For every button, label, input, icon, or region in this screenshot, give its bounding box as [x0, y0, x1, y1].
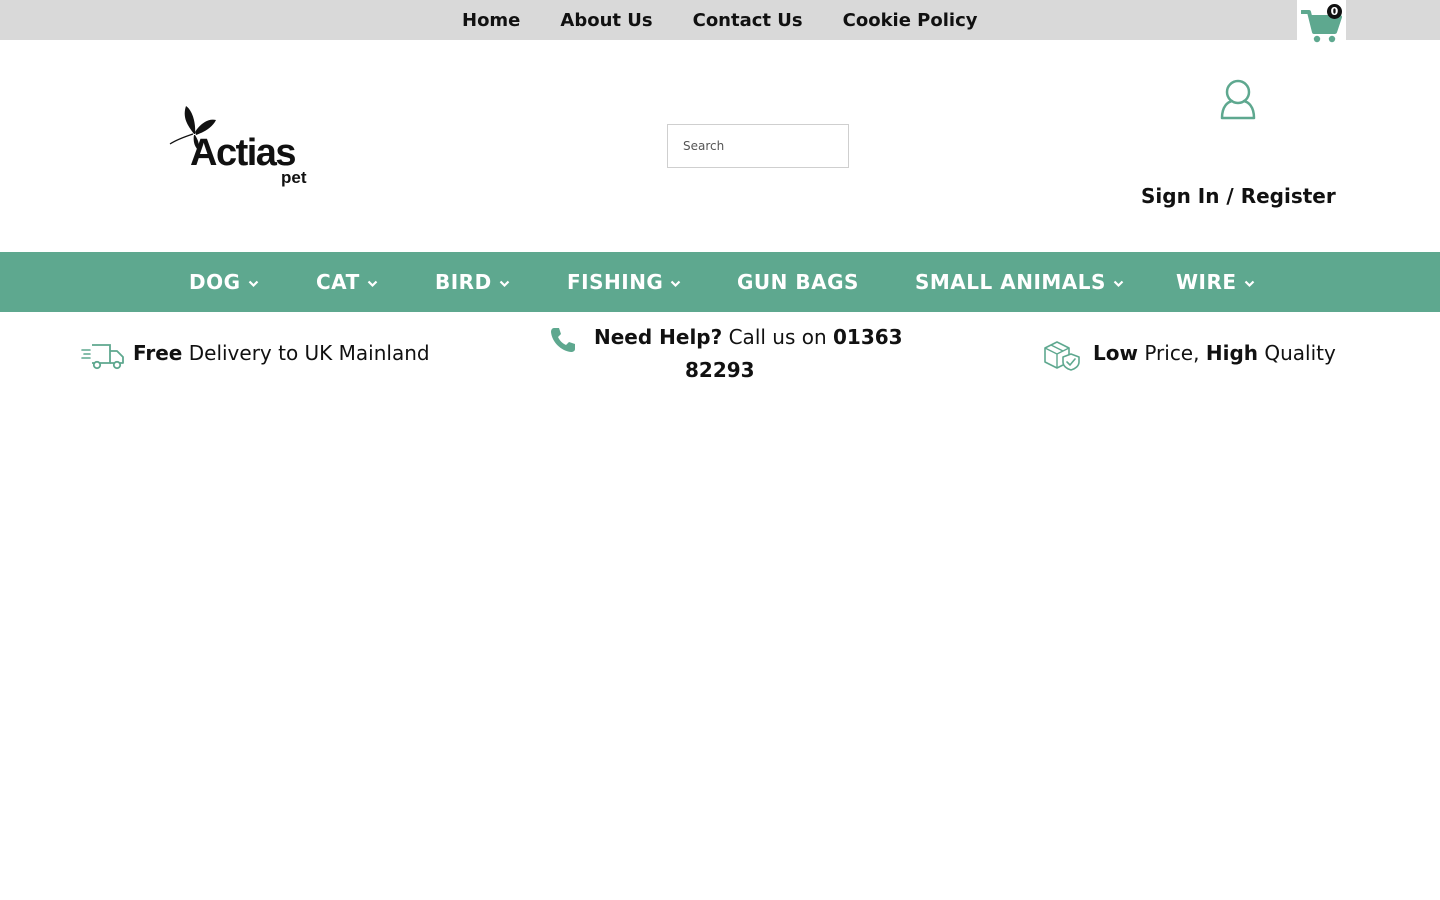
free-delivery-rest: Delivery to UK Mainland — [182, 341, 430, 365]
price-text: Price, — [1137, 341, 1206, 365]
sign-in-register-link[interactable]: Sign In / Register — [1141, 184, 1336, 208]
delivery-truck-icon — [81, 344, 124, 370]
cart-count-badge: 0 — [1327, 4, 1342, 19]
category-dog[interactable]: DOG — [189, 252, 259, 312]
category-small-animals[interactable]: SMALL ANIMALS — [915, 252, 1124, 312]
phone-number-part1[interactable]: 01363 — [833, 325, 903, 349]
chevron-down-icon — [248, 280, 258, 288]
search-input[interactable] — [667, 124, 849, 168]
chevron-down-icon — [1113, 280, 1124, 288]
chevron-down-icon — [499, 280, 509, 288]
chevron-down-icon — [1244, 280, 1254, 288]
phone-icon — [551, 328, 575, 352]
category-label: BIRD — [435, 270, 492, 294]
category-gun-bags[interactable]: GUN BAGS — [737, 252, 859, 312]
chevron-down-icon — [367, 280, 378, 288]
nav-cookie-policy-link[interactable]: Cookie Policy — [823, 10, 998, 31]
chevron-down-icon — [671, 280, 681, 288]
logo-subtext: pet — [281, 168, 307, 187]
category-label: GUN BAGS — [737, 270, 859, 294]
price-quality-text: Low Price, High Quality — [1093, 341, 1336, 365]
user-icon[interactable] — [1218, 78, 1258, 122]
category-cat[interactable]: CAT — [316, 252, 378, 312]
nav-about-link[interactable]: About Us — [540, 10, 672, 31]
category-nav: DOG CAT BIRD FISHING GUN BAGS SMALL ANIM… — [0, 252, 1440, 312]
high-bold: High — [1205, 341, 1258, 365]
top-bar: Home About Us Contact Us Cookie Policy — [0, 0, 1440, 40]
category-label: DOG — [189, 270, 241, 294]
quality-text: Quality — [1258, 341, 1336, 365]
low-bold: Low — [1093, 341, 1138, 365]
nav-home-link[interactable]: Home — [442, 10, 540, 31]
category-label: WIRE — [1176, 270, 1237, 294]
category-wire[interactable]: WIRE — [1176, 252, 1255, 312]
phone-number-part2[interactable]: 82293 — [685, 358, 755, 382]
shield-box-icon — [1044, 341, 1080, 371]
need-help-text: Need Help? Call us on 01363 — [594, 325, 903, 349]
cart-button[interactable]: 0 — [1297, 0, 1346, 46]
site-logo[interactable]: Actias pet — [168, 104, 314, 190]
category-label: SMALL ANIMALS — [915, 270, 1106, 294]
logo-wordmark: Actias — [190, 132, 297, 174]
top-nav: Home About Us Contact Us Cookie Policy — [442, 0, 997, 40]
category-label: CAT — [316, 270, 360, 294]
category-fishing[interactable]: FISHING — [567, 252, 681, 312]
nav-contact-link[interactable]: Contact Us — [673, 10, 823, 31]
free-delivery-text: Free Delivery to UK Mainland — [133, 341, 430, 365]
category-bird[interactable]: BIRD — [435, 252, 510, 312]
call-us-text: Call us on — [722, 325, 834, 349]
free-delivery-bold: Free — [133, 341, 183, 365]
need-help-bold: Need Help? — [594, 325, 723, 349]
category-label: FISHING — [567, 270, 664, 294]
